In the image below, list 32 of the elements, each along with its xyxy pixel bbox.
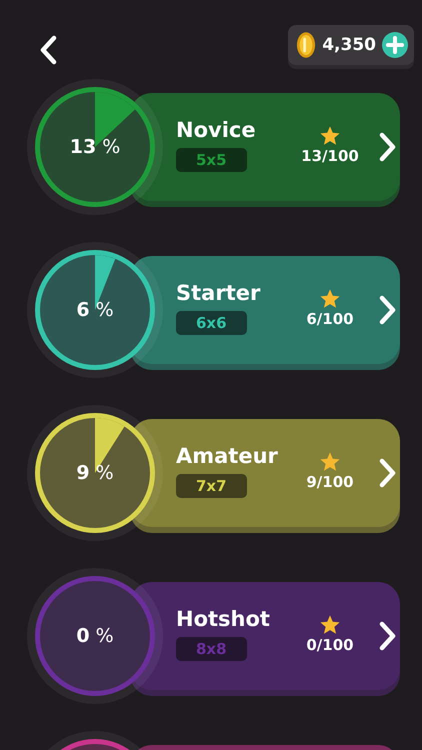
percent-label: 0 %	[76, 625, 114, 647]
coin-count: 4,350	[322, 35, 376, 55]
coin-icon	[296, 31, 316, 59]
level-card[interactable]: Amateur 7x7 9/100	[130, 419, 400, 527]
grid-size: 6x6	[176, 311, 247, 335]
star-icon	[319, 451, 341, 473]
chevron-icon	[378, 621, 398, 651]
level-card[interactable]: Novice 5x5 13/100	[130, 93, 400, 201]
grid-size: 8x8	[176, 637, 247, 661]
star-count: 9/100	[306, 473, 354, 491]
percent-label: 9 %	[76, 462, 114, 484]
add-icon[interactable]	[382, 32, 408, 58]
star-icon	[319, 288, 341, 310]
percent-label: 6 %	[76, 299, 114, 321]
level-name: Amateur	[176, 444, 278, 468]
level-name: Starter	[176, 281, 260, 305]
back-icon[interactable]	[38, 35, 58, 65]
star-count: 13/100	[301, 147, 359, 165]
level-name: Novice	[176, 118, 256, 142]
grid-size: 5x5	[176, 148, 247, 172]
chevron-icon	[378, 132, 398, 162]
star-icon	[319, 614, 341, 636]
level-name: Hotshot	[176, 607, 270, 631]
percent-label: 13 %	[70, 136, 120, 158]
star-count: 0/100	[306, 636, 354, 654]
star-icon	[319, 125, 341, 147]
grid-size: 7x7	[176, 474, 247, 498]
star-count: 6/100	[306, 310, 354, 328]
level-card[interactable]: Hotshot 8x8 0/100	[130, 582, 400, 690]
level-card[interactable]: Starter 6x6 6/100	[130, 256, 400, 364]
chevron-icon	[378, 295, 398, 325]
chevron-icon	[378, 458, 398, 488]
